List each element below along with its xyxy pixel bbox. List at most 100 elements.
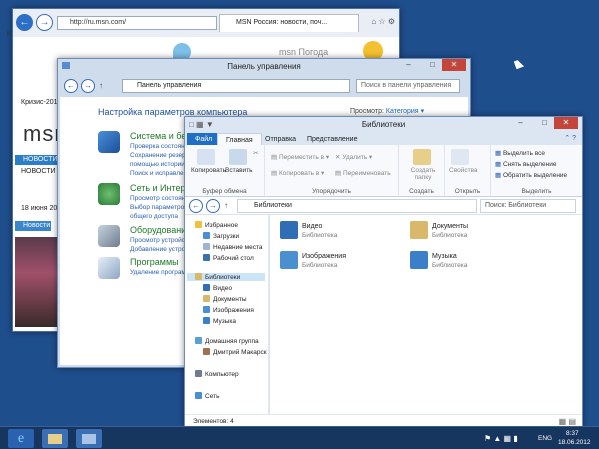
help-icon[interactable]: ⌃ ?: [564, 134, 576, 142]
krizis-label: Кризис-2011: [21, 99, 61, 106]
item-count: Элементов: 4: [193, 418, 234, 425]
libraries-window[interactable]: □ ▦ ▼ Библиотеки – □ ✕ Файл Главная Отпр…: [184, 116, 583, 428]
nav-computer[interactable]: Компьютер: [195, 370, 239, 378]
category-link[interactable]: помощью истории: [130, 161, 185, 168]
libraries-address[interactable]: Библиотеки: [237, 199, 477, 213]
open-group: Свойства Открыть: [445, 145, 491, 197]
novosti-link[interactable]: НОВОСТИ: [21, 168, 56, 175]
back-icon[interactable]: ←: [16, 14, 33, 31]
library-desc: Библиотека: [432, 262, 468, 269]
category-link[interactable]: общего доступа: [130, 213, 178, 220]
images-icon: [203, 306, 210, 313]
cp-view-selector[interactable]: Просмотр: Категория ▾: [350, 107, 424, 115]
ie-left-label: К: [7, 31, 12, 38]
libraries-search-input[interactable]: Поиск: Библиотеки: [480, 199, 576, 213]
user-icon: [203, 348, 210, 355]
category-link[interactable]: Просмотр устройс: [130, 237, 185, 244]
close-button[interactable]: ✕: [442, 59, 466, 71]
nav-favorites[interactable]: Избранное: [195, 221, 238, 229]
nav-desktop[interactable]: Рабочий стол: [203, 254, 254, 262]
tab-view[interactable]: Представление: [299, 133, 365, 145]
video-icon: [203, 284, 210, 291]
category-link[interactable]: Поиск и исправлен: [130, 170, 187, 177]
category-link[interactable]: Выбор параметро: [130, 204, 184, 211]
category-title[interactable]: Программы: [130, 257, 179, 267]
category-link[interactable]: Добавление устро: [130, 246, 185, 253]
novosti-tab[interactable]: НОВОСТИ: [15, 155, 59, 165]
nav-homegroup[interactable]: Домашняя группа: [195, 337, 259, 345]
cp-search-input[interactable]: Поиск в панели управления: [356, 79, 460, 93]
nav-music[interactable]: Музыка: [203, 317, 236, 325]
forward-icon[interactable]: →: [206, 199, 220, 213]
novosti-button[interactable]: Новости: [15, 221, 51, 231]
back-icon[interactable]: ←: [189, 199, 203, 213]
network-globe-icon: [98, 183, 120, 205]
explorer-taskbar-icon[interactable]: [42, 429, 68, 448]
move-to-button[interactable]: ▤ Переместить в ▾: [271, 153, 329, 161]
forward-icon[interactable]: →: [36, 14, 53, 31]
programs-icon: [98, 257, 120, 279]
up-icon[interactable]: ↑: [99, 81, 103, 90]
nav-recent[interactable]: Недавние места: [203, 243, 263, 251]
taskbar: e ⚑ ▲ ▦ ▮ ENG 8:37 18.06.2012: [0, 426, 599, 449]
news-photo[interactable]: [15, 237, 59, 327]
nav-network[interactable]: Сеть: [195, 392, 219, 400]
copy-to-button[interactable]: ▤ Копировать в ▾: [271, 169, 324, 177]
category-title[interactable]: Сеть и Интерн: [130, 183, 191, 193]
nav-user[interactable]: Дмитрий Макарск: [203, 348, 267, 356]
copy-button[interactable]: Копировать: [191, 167, 226, 174]
close-button[interactable]: ✕: [554, 117, 578, 129]
paste-button[interactable]: Вставить: [225, 167, 253, 174]
tab-share[interactable]: Отправка: [257, 133, 304, 145]
select-all-button[interactable]: ▦ Выделить все: [495, 149, 545, 157]
nav-libraries[interactable]: Библиотеки: [187, 273, 265, 281]
select-group-label: Выделить: [521, 188, 552, 195]
new-folder-button[interactable]: Создать папку: [405, 167, 441, 181]
maximize-button[interactable]: □: [537, 117, 552, 129]
copy-icon: [197, 149, 215, 165]
library-name: Документы: [432, 223, 469, 230]
printer-icon: [98, 225, 120, 247]
nav-documents[interactable]: Документы: [203, 295, 247, 303]
category-title[interactable]: Оборудование: [130, 225, 191, 235]
control-panel-taskbar-icon[interactable]: [76, 429, 102, 448]
desktop-icon: [203, 254, 210, 261]
delete-button[interactable]: ✕ Удалить ▾: [335, 153, 372, 161]
select-none-button[interactable]: ▦ Снять выделение: [495, 160, 557, 168]
nav-downloads[interactable]: Загрузки: [203, 232, 239, 240]
clock-time[interactable]: 8:37: [566, 430, 579, 437]
maximize-button[interactable]: □: [425, 59, 440, 71]
home-star-gear-icons[interactable]: ⌂ ☆ ⚙: [371, 17, 395, 26]
nav-images[interactable]: Изображения: [203, 306, 254, 314]
minimize-button[interactable]: –: [401, 59, 416, 71]
ie-tab[interactable]: MSN Россия: новости, поч...: [219, 14, 359, 32]
cursor-icon: [513, 58, 525, 70]
library-desc: Библиотека: [302, 262, 338, 269]
tray-icons[interactable]: ⚑ ▲ ▦ ▮: [484, 434, 518, 443]
cut-icon[interactable]: ✂: [253, 149, 258, 157]
ie-taskbar-icon[interactable]: e: [8, 429, 34, 448]
minimize-button[interactable]: –: [513, 117, 528, 129]
category-link[interactable]: Проверка состоян: [130, 143, 185, 150]
up-icon[interactable]: ↑: [224, 201, 228, 210]
msn-weather-label: msn Погода: [279, 47, 329, 57]
nav-video[interactable]: Видео: [203, 284, 232, 292]
language-indicator[interactable]: ENG: [538, 435, 552, 442]
category-link[interactable]: Сохранение резер: [130, 152, 186, 159]
invert-selection-button[interactable]: ▦ Обратить выделение: [495, 171, 567, 179]
cp-address[interactable]: Панель управления: [122, 79, 350, 93]
address-bar[interactable]: http://ru.msn.com/: [57, 16, 217, 30]
cp-navbar: ← → ↑ Панель управления Поиск в панели у…: [64, 79, 464, 94]
forward-icon[interactable]: →: [81, 79, 95, 93]
tab-home[interactable]: Главная: [217, 133, 262, 145]
view-mode-icons[interactable]: ▦ ▤: [559, 417, 576, 426]
paste-icon: [229, 149, 247, 165]
back-icon[interactable]: ←: [64, 79, 78, 93]
rename-button[interactable]: ▤ Переименовать: [335, 169, 391, 177]
category-link[interactable]: Удаление програм: [130, 269, 186, 276]
tab-file[interactable]: Файл: [187, 133, 221, 145]
library-name: Изображения: [302, 253, 346, 260]
clock-date[interactable]: 18.06.2012: [558, 439, 591, 446]
properties-button[interactable]: Свойства: [449, 167, 478, 174]
category-link[interactable]: Просмотр состоян: [130, 195, 185, 202]
